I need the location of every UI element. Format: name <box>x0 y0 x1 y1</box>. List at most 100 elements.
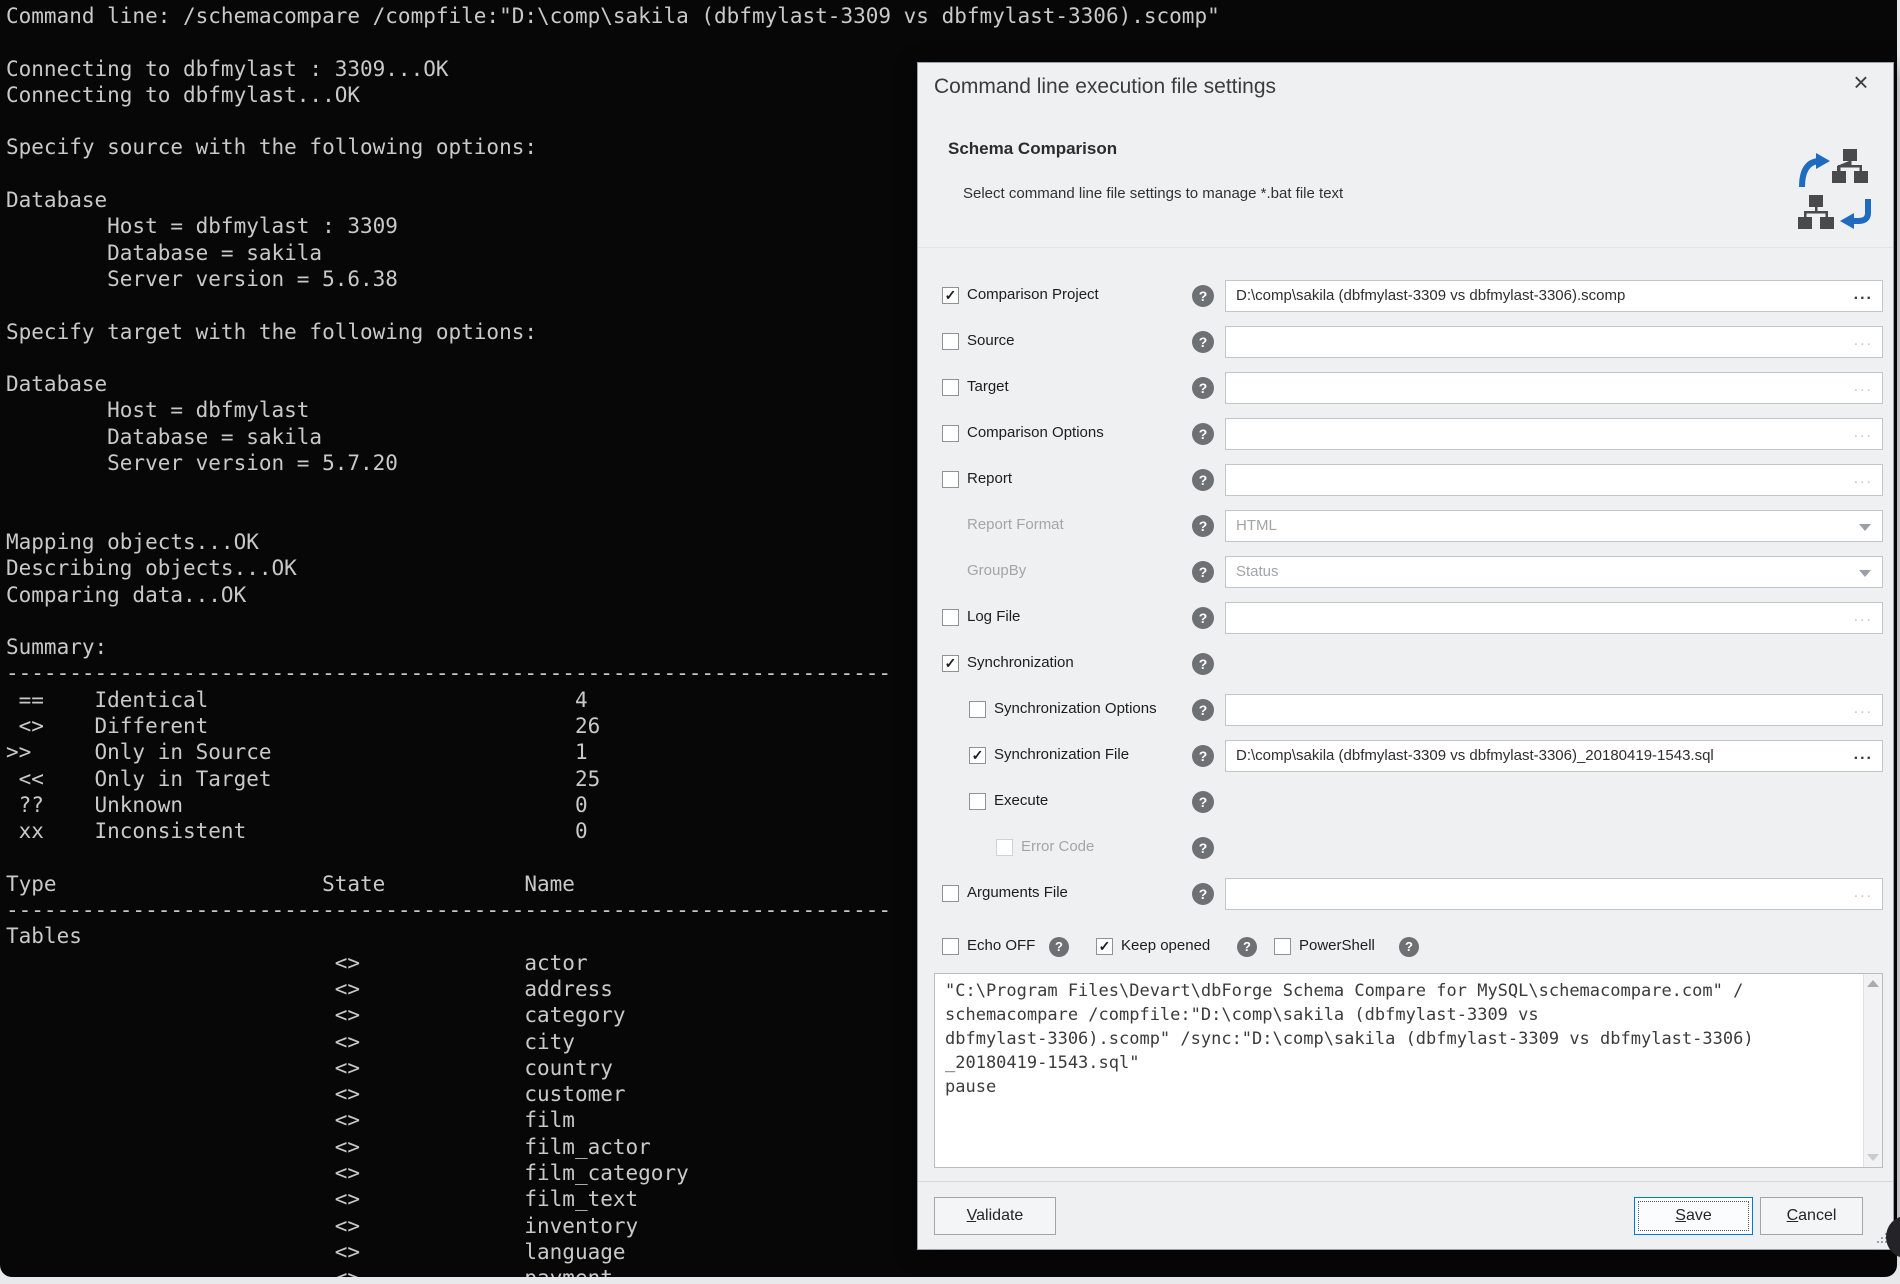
report-format-label: Report Format <box>967 516 1064 533</box>
bat-file-textbox[interactable]: "C:\Program Files\Devart\dbForge Schema … <box>934 973 1883 1168</box>
help-icon[interactable]: ? <box>1192 607 1214 629</box>
comparison-options-checkbox[interactable] <box>942 425 959 442</box>
help-icon[interactable]: ? <box>1049 937 1069 957</box>
echo-off-checkbox[interactable] <box>942 938 959 955</box>
window-bottom-edge <box>0 1277 1900 1284</box>
close-icon[interactable]: × <box>1843 65 1879 99</box>
error-code-checkbox <box>996 839 1013 856</box>
row-execute: Execute? <box>918 784 1893 820</box>
groupby-value: Status <box>1236 563 1279 580</box>
browse-button[interactable]: ... <box>1854 465 1873 493</box>
comparison-project-checkbox[interactable]: ✓ <box>942 287 959 304</box>
groupby-label: GroupBy <box>967 562 1026 579</box>
synchronization-options-checkbox[interactable] <box>969 701 986 718</box>
footer-separator <box>918 1181 1893 1182</box>
log-file-checkbox[interactable] <box>942 609 959 626</box>
synchronization-options-label: Synchronization Options <box>994 700 1157 717</box>
arrow-return-icon <box>1840 199 1868 229</box>
help-icon[interactable]: ? <box>1399 937 1419 957</box>
comparison-options-label: Comparison Options <box>967 424 1104 441</box>
browse-button[interactable]: ... <box>1854 603 1873 631</box>
cancel-button[interactable]: Cancel <box>1760 1197 1863 1235</box>
chevron-down-icon[interactable] <box>1859 570 1871 577</box>
browse-button[interactable]: ... <box>1854 327 1873 355</box>
help-icon[interactable]: ? <box>1192 883 1214 905</box>
report-format-value: HTML <box>1236 517 1277 534</box>
bat-file-text: "C:\Program Files\Devart\dbForge Schema … <box>945 979 1754 1099</box>
synchronization-file-label: Synchronization File <box>994 746 1129 763</box>
browse-button[interactable]: ... <box>1854 879 1873 907</box>
execute-label: Execute <box>994 792 1048 809</box>
log-file-field[interactable]: ... <box>1225 602 1883 634</box>
report-field[interactable]: ... <box>1225 464 1883 496</box>
validate-button[interactable]: Validate <box>934 1197 1056 1235</box>
comparison-project-value: D:\comp\sakila (dbfmylast-3309 vs dbfmyl… <box>1236 287 1625 304</box>
execute-checkbox[interactable] <box>969 793 986 810</box>
help-icon[interactable]: ? <box>1192 745 1214 767</box>
browse-button[interactable]: ... <box>1854 741 1873 769</box>
row-synchronization-file: ✓ Synchronization File? D:\comp\sakila (db… <box>918 738 1893 774</box>
comparison-options-field[interactable]: ... <box>1225 418 1883 450</box>
help-icon[interactable]: ? <box>1237 937 1257 957</box>
synchronization-file-value: D:\comp\sakila (dbfmylast-3309 vs dbfmyl… <box>1236 747 1714 764</box>
arguments-file-field[interactable]: ... <box>1225 878 1883 910</box>
powershell-checkbox[interactable] <box>1274 938 1291 955</box>
keep-opened-label: Keep opened <box>1121 937 1210 954</box>
row-groupby: GroupBy? Status <box>918 554 1893 590</box>
help-icon[interactable]: ? <box>1192 377 1214 399</box>
scroll-down-icon[interactable] <box>1867 1154 1879 1161</box>
dialog-title: Command line execution file settings <box>934 75 1276 99</box>
log-file-label: Log File <box>967 608 1020 625</box>
help-icon[interactable]: ? <box>1192 515 1214 537</box>
groupby-field[interactable]: Status <box>1225 556 1883 588</box>
chevron-down-icon[interactable] <box>1859 524 1871 531</box>
help-icon[interactable]: ? <box>1192 653 1214 675</box>
synchronization-file-field[interactable]: D:\comp\sakila (dbfmylast-3309 vs dbfmyl… <box>1225 740 1883 772</box>
options-toggle-row: Echo OFF? ✓ Keep opened? PowerShell? <box>918 934 1893 964</box>
help-icon[interactable]: ? <box>1192 837 1214 859</box>
echo-off-label: Echo OFF <box>967 937 1035 954</box>
help-icon[interactable]: ? <box>1192 791 1214 813</box>
help-icon[interactable]: ? <box>1192 699 1214 721</box>
arguments-file-checkbox[interactable] <box>942 885 959 902</box>
report-label: Report <box>967 470 1012 487</box>
powershell-label: PowerShell <box>1299 937 1375 954</box>
source-field[interactable]: ... <box>1225 326 1883 358</box>
dialog-subtitle: Select command line file settings to man… <box>963 185 1343 202</box>
screenshot-root: Command line: /schemacompare /compfile:"… <box>0 0 1900 1284</box>
keep-opened-checkbox[interactable]: ✓ <box>1096 938 1113 955</box>
report-checkbox[interactable] <box>942 471 959 488</box>
scrollbar[interactable] <box>1863 974 1882 1167</box>
comparison-project-label: Comparison Project <box>967 286 1099 303</box>
browse-button[interactable]: ... <box>1854 695 1873 723</box>
error-code-label: Error Code <box>1021 838 1094 855</box>
help-icon[interactable]: ? <box>1192 469 1214 491</box>
browse-button[interactable]: ... <box>1854 373 1873 401</box>
arguments-file-label: Arguments File <box>967 884 1068 901</box>
scroll-up-icon[interactable] <box>1867 980 1879 987</box>
arrow-right-icon <box>1802 153 1830 187</box>
help-icon[interactable]: ? <box>1192 561 1214 583</box>
help-icon[interactable]: ? <box>1192 423 1214 445</box>
target-checkbox[interactable] <box>942 379 959 396</box>
row-error-code: Error Code? <box>918 830 1893 866</box>
target-field[interactable]: ... <box>1225 372 1883 404</box>
help-icon[interactable]: ? <box>1192 285 1214 307</box>
synchronization-checkbox[interactable]: ✓ <box>942 655 959 672</box>
save-button[interactable]: Save <box>1634 1197 1753 1235</box>
browse-button[interactable]: ... <box>1854 281 1873 309</box>
synchronization-options-field[interactable]: ... <box>1225 694 1883 726</box>
browse-button[interactable]: ... <box>1854 419 1873 447</box>
row-arguments-file: Arguments File?... <box>918 876 1893 912</box>
source-checkbox[interactable] <box>942 333 959 350</box>
help-icon[interactable]: ? <box>1192 331 1214 353</box>
synchronization-file-checkbox[interactable]: ✓ <box>969 747 986 764</box>
synchronization-label: Synchronization <box>967 654 1074 671</box>
row-synchronization-options: Synchronization Options?... <box>918 692 1893 728</box>
row-report-format: Report Format? HTML <box>918 508 1893 544</box>
report-format-field[interactable]: HTML <box>1225 510 1883 542</box>
comparison-project-field[interactable]: D:\comp\sakila (dbfmylast-3309 vs dbfmyl… <box>1225 280 1883 312</box>
row-target: Target?... <box>918 370 1893 406</box>
row-synchronization: ✓ Synchronization? <box>918 646 1893 682</box>
row-log-file: Log File?... <box>918 600 1893 636</box>
